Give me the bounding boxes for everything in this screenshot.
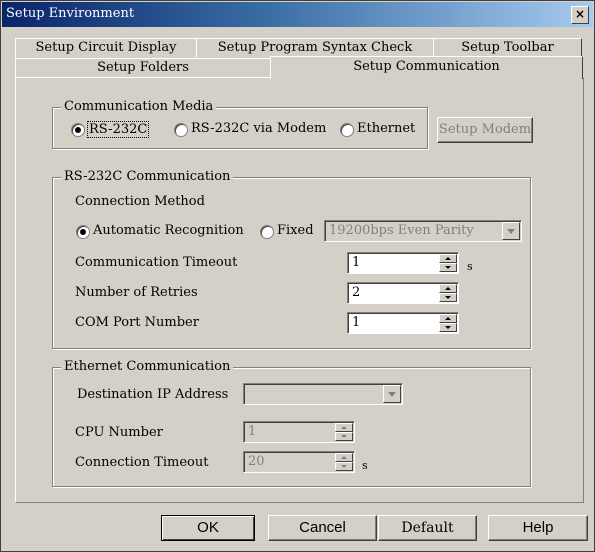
- radio-rs232c-via-modem[interactable]: [174, 123, 188, 137]
- rs232c-communication-label: RS-232C Communication: [61, 169, 234, 184]
- cpu-number-value: 1: [248, 424, 257, 439]
- number-of-retries-value: 2: [352, 285, 361, 300]
- number-of-retries-stepper[interactable]: 2: [347, 282, 459, 304]
- communication-timeout-stepper[interactable]: 1: [347, 252, 459, 274]
- radio-rs232c[interactable]: [71, 123, 85, 137]
- ok-button[interactable]: OK: [161, 515, 255, 541]
- connection-method-label: Connection Method: [75, 194, 205, 209]
- tab-setup-communication[interactable]: Setup Communication: [270, 56, 583, 79]
- cancel-button[interactable]: Cancel: [268, 515, 377, 541]
- window-title: Setup Environment: [6, 6, 135, 21]
- radio-automatic-recognition[interactable]: [76, 225, 90, 239]
- spinner-icon[interactable]: [335, 423, 353, 441]
- com-port-number-value: 1: [352, 315, 361, 330]
- default-button[interactable]: Default: [378, 515, 477, 541]
- tab-setup-toolbar[interactable]: Setup Toolbar: [433, 38, 582, 58]
- connection-timeout-label: Connection Timeout: [75, 455, 209, 470]
- cpu-number-stepper[interactable]: 1: [243, 421, 355, 443]
- close-button[interactable]: ×: [571, 6, 589, 24]
- spinner-icon[interactable]: [439, 284, 457, 302]
- communication-timeout-value: 1: [352, 255, 361, 270]
- connection-timeout-unit: s: [362, 459, 368, 472]
- radio-rs232c-label[interactable]: RS-232C: [87, 121, 150, 138]
- tab-setup-circuit-display[interactable]: Setup Circuit Display: [15, 38, 197, 58]
- title-bar[interactable]: Setup Environment ×: [2, 2, 593, 27]
- setup-modem-button[interactable]: Setup Modem: [437, 117, 533, 143]
- radio-ethernet-label[interactable]: Ethernet: [357, 121, 415, 136]
- chevron-down-icon[interactable]: [502, 222, 520, 240]
- connection-timeout-stepper[interactable]: 20: [243, 451, 355, 473]
- tab-setup-folders[interactable]: Setup Folders: [15, 58, 271, 78]
- radio-ethernet[interactable]: [340, 123, 354, 137]
- radio-automatic-recognition-label[interactable]: Automatic Recognition: [93, 223, 244, 238]
- connection-timeout-value: 20: [248, 454, 265, 469]
- cpu-number-label: CPU Number: [75, 425, 163, 440]
- baud-rate-select[interactable]: 19200bps Even Parity: [324, 220, 522, 242]
- ethernet-communication-label: Ethernet Communication: [61, 359, 234, 374]
- number-of-retries-label: Number of Retries: [75, 285, 198, 300]
- radio-fixed[interactable]: [260, 225, 274, 239]
- chevron-down-icon[interactable]: [383, 385, 401, 403]
- spinner-icon[interactable]: [335, 453, 353, 471]
- dialog-window: Setup Environment × Setup Circuit Displa…: [0, 0, 595, 552]
- help-button[interactable]: Help: [488, 515, 588, 541]
- com-port-number-stepper[interactable]: 1: [347, 312, 459, 334]
- timeout-unit: s: [467, 260, 473, 273]
- communication-timeout-label: Communication Timeout: [75, 255, 238, 270]
- spinner-icon[interactable]: [439, 314, 457, 332]
- communication-media-label: Communication Media: [61, 99, 217, 114]
- destination-ip-select[interactable]: [243, 383, 403, 405]
- radio-fixed-label[interactable]: Fixed: [277, 223, 314, 238]
- baud-rate-value: 19200bps Even Parity: [329, 223, 474, 238]
- spinner-icon[interactable]: [439, 254, 457, 272]
- tab-setup-program-syntax-check[interactable]: Setup Program Syntax Check: [196, 38, 434, 58]
- radio-rs232c-via-modem-label[interactable]: RS-232C via Modem: [191, 121, 326, 136]
- com-port-number-label: COM Port Number: [75, 315, 199, 330]
- destination-ip-label: Destination IP Address: [77, 387, 229, 402]
